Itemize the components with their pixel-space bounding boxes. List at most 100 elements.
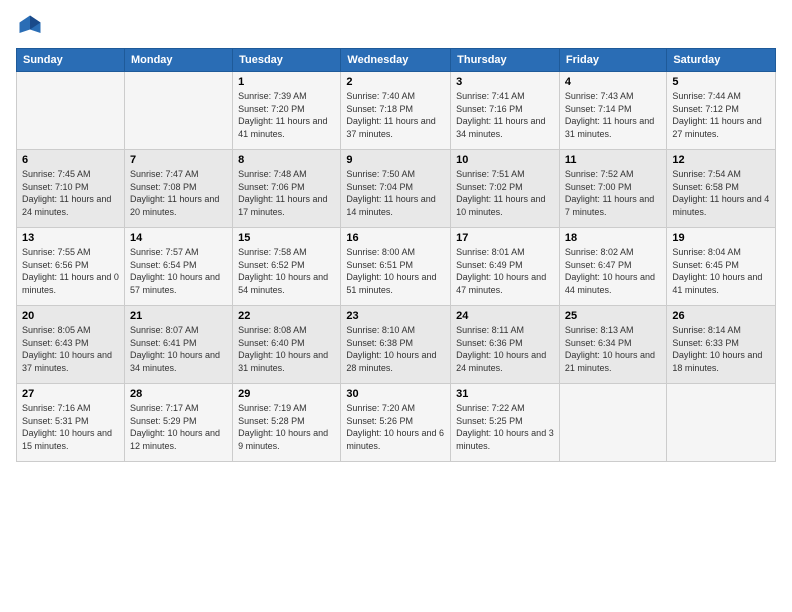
day-number: 8 xyxy=(238,154,335,166)
day-info: Sunrise: 8:11 AM Sunset: 6:36 PM Dayligh… xyxy=(456,324,554,374)
day-number: 6 xyxy=(22,154,119,166)
day-cell: 9 Sunrise: 7:50 AM Sunset: 7:04 PM Daylig… xyxy=(341,150,451,228)
day-info: Sunrise: 7:20 AM Sunset: 5:26 PM Dayligh… xyxy=(346,402,445,452)
day-info: Sunrise: 8:00 AM Sunset: 6:51 PM Dayligh… xyxy=(346,246,445,296)
day-cell: 23 Sunrise: 8:10 AM Sunset: 6:38 PM Dayli… xyxy=(341,306,451,384)
day-number: 22 xyxy=(238,310,335,322)
day-info: Sunrise: 7:19 AM Sunset: 5:28 PM Dayligh… xyxy=(238,402,335,452)
day-number: 29 xyxy=(238,388,335,400)
day-info: Sunrise: 7:48 AM Sunset: 7:06 PM Dayligh… xyxy=(238,168,335,218)
day-info: Sunrise: 8:14 AM Sunset: 6:33 PM Dayligh… xyxy=(672,324,770,374)
day-info: Sunrise: 7:45 AM Sunset: 7:10 PM Dayligh… xyxy=(22,168,119,218)
day-cell xyxy=(667,384,776,462)
day-cell: 28Sunrise: 7:17 AM Sunset: 5:29 PM Dayli… xyxy=(124,384,232,462)
week-row-1: 1 Sunrise: 7:39 AM Sunset: 7:20 PM Daylig… xyxy=(17,72,776,150)
day-cell: 2 Sunrise: 7:40 AM Sunset: 7:18 PM Daylig… xyxy=(341,72,451,150)
day-info: Sunrise: 8:05 AM Sunset: 6:43 PM Dayligh… xyxy=(22,324,119,374)
day-info: Sunrise: 7:52 AM Sunset: 7:00 PM Dayligh… xyxy=(565,168,661,218)
col-header-saturday: Saturday xyxy=(667,49,776,72)
day-info: Sunrise: 7:54 AM Sunset: 6:58 PM Dayligh… xyxy=(672,168,770,218)
col-header-monday: Monday xyxy=(124,49,232,72)
day-cell: 8 Sunrise: 7:48 AM Sunset: 7:06 PM Daylig… xyxy=(233,150,341,228)
day-cell: 29 Sunrise: 7:19 AM Sunset: 5:28 PM Dayli… xyxy=(233,384,341,462)
day-info: Sunrise: 7:44 AM Sunset: 7:12 PM Dayligh… xyxy=(672,90,770,140)
day-cell: 27Sunrise: 7:16 AM Sunset: 5:31 PM Dayli… xyxy=(17,384,125,462)
day-number: 25 xyxy=(565,310,661,322)
day-info: Sunrise: 7:43 AM Sunset: 7:14 PM Dayligh… xyxy=(565,90,661,140)
day-cell: 20 Sunrise: 8:05 AM Sunset: 6:43 PM Dayli… xyxy=(17,306,125,384)
day-number: 17 xyxy=(456,232,554,244)
calendar-page: SundayMondayTuesdayWednesdayThursdayFrid… xyxy=(0,0,792,612)
day-cell xyxy=(124,72,232,150)
col-header-friday: Friday xyxy=(559,49,666,72)
day-number: 9 xyxy=(346,154,445,166)
day-info: Sunrise: 8:13 AM Sunset: 6:34 PM Dayligh… xyxy=(565,324,661,374)
day-number: 7 xyxy=(130,154,227,166)
col-header-thursday: Thursday xyxy=(451,49,560,72)
day-info: Sunrise: 7:22 AM Sunset: 5:25 PM Dayligh… xyxy=(456,402,554,452)
day-info: Sunrise: 8:01 AM Sunset: 6:49 PM Dayligh… xyxy=(456,246,554,296)
day-cell: 7Sunrise: 7:47 AM Sunset: 7:08 PM Daylig… xyxy=(124,150,232,228)
week-row-2: 6 Sunrise: 7:45 AM Sunset: 7:10 PM Daylig… xyxy=(17,150,776,228)
week-row-3: 13 Sunrise: 7:55 AM Sunset: 6:56 PM Dayli… xyxy=(17,228,776,306)
col-header-wednesday: Wednesday xyxy=(341,49,451,72)
day-number: 26 xyxy=(672,310,770,322)
day-cell: 11 Sunrise: 7:52 AM Sunset: 7:00 PM Dayli… xyxy=(559,150,666,228)
day-cell xyxy=(559,384,666,462)
day-number: 24 xyxy=(456,310,554,322)
day-number: 28 xyxy=(130,388,227,400)
day-info: Sunrise: 7:57 AM Sunset: 6:54 PM Dayligh… xyxy=(130,246,227,296)
day-cell: 25 Sunrise: 8:13 AM Sunset: 6:34 PM Dayli… xyxy=(559,306,666,384)
day-info: Sunrise: 7:58 AM Sunset: 6:52 PM Dayligh… xyxy=(238,246,335,296)
day-info: Sunrise: 7:51 AM Sunset: 7:02 PM Dayligh… xyxy=(456,168,554,218)
day-info: Sunrise: 7:50 AM Sunset: 7:04 PM Dayligh… xyxy=(346,168,445,218)
day-number: 12 xyxy=(672,154,770,166)
day-info: Sunrise: 7:55 AM Sunset: 6:56 PM Dayligh… xyxy=(22,246,119,296)
day-number: 4 xyxy=(565,76,661,88)
day-info: Sunrise: 7:40 AM Sunset: 7:18 PM Dayligh… xyxy=(346,90,445,140)
day-info: Sunrise: 7:39 AM Sunset: 7:20 PM Dayligh… xyxy=(238,90,335,140)
day-cell: 12 Sunrise: 7:54 AM Sunset: 6:58 PM Dayli… xyxy=(667,150,776,228)
day-number: 18 xyxy=(565,232,661,244)
day-number: 11 xyxy=(565,154,661,166)
day-cell: 21 Sunrise: 8:07 AM Sunset: 6:41 PM Dayli… xyxy=(124,306,232,384)
header-row: SundayMondayTuesdayWednesdayThursdayFrid… xyxy=(17,49,776,72)
col-header-sunday: Sunday xyxy=(17,49,125,72)
day-number: 13 xyxy=(22,232,119,244)
day-cell: 14 Sunrise: 7:57 AM Sunset: 6:54 PM Dayli… xyxy=(124,228,232,306)
day-cell: 4 Sunrise: 7:43 AM Sunset: 7:14 PM Daylig… xyxy=(559,72,666,150)
logo xyxy=(16,12,48,40)
day-cell: 19Sunrise: 8:04 AM Sunset: 6:45 PM Dayli… xyxy=(667,228,776,306)
day-info: Sunrise: 7:41 AM Sunset: 7:16 PM Dayligh… xyxy=(456,90,554,140)
day-number: 30 xyxy=(346,388,445,400)
day-cell: 10Sunrise: 7:51 AM Sunset: 7:02 PM Dayli… xyxy=(451,150,560,228)
day-number: 31 xyxy=(456,388,554,400)
header xyxy=(16,12,776,40)
day-number: 23 xyxy=(346,310,445,322)
day-info: Sunrise: 8:08 AM Sunset: 6:40 PM Dayligh… xyxy=(238,324,335,374)
logo-icon xyxy=(16,12,44,40)
day-cell: 13 Sunrise: 7:55 AM Sunset: 6:56 PM Dayli… xyxy=(17,228,125,306)
day-cell xyxy=(17,72,125,150)
day-cell: 16 Sunrise: 8:00 AM Sunset: 6:51 PM Dayli… xyxy=(341,228,451,306)
week-row-5: 27Sunrise: 7:16 AM Sunset: 5:31 PM Dayli… xyxy=(17,384,776,462)
col-header-tuesday: Tuesday xyxy=(233,49,341,72)
day-cell: 26 Sunrise: 8:14 AM Sunset: 6:33 PM Dayli… xyxy=(667,306,776,384)
day-number: 5 xyxy=(672,76,770,88)
day-number: 16 xyxy=(346,232,445,244)
day-number: 19 xyxy=(672,232,770,244)
day-number: 21 xyxy=(130,310,227,322)
day-number: 3 xyxy=(456,76,554,88)
day-cell: 24 Sunrise: 8:11 AM Sunset: 6:36 PM Dayli… xyxy=(451,306,560,384)
day-cell: 31 Sunrise: 7:22 AM Sunset: 5:25 PM Dayli… xyxy=(451,384,560,462)
day-number: 2 xyxy=(346,76,445,88)
day-cell: 18Sunrise: 8:02 AM Sunset: 6:47 PM Dayli… xyxy=(559,228,666,306)
day-info: Sunrise: 8:10 AM Sunset: 6:38 PM Dayligh… xyxy=(346,324,445,374)
day-cell: 5 Sunrise: 7:44 AM Sunset: 7:12 PM Daylig… xyxy=(667,72,776,150)
day-info: Sunrise: 8:07 AM Sunset: 6:41 PM Dayligh… xyxy=(130,324,227,374)
day-info: Sunrise: 7:16 AM Sunset: 5:31 PM Dayligh… xyxy=(22,402,119,452)
day-number: 14 xyxy=(130,232,227,244)
day-number: 20 xyxy=(22,310,119,322)
day-number: 1 xyxy=(238,76,335,88)
day-cell: 22 Sunrise: 8:08 AM Sunset: 6:40 PM Dayli… xyxy=(233,306,341,384)
